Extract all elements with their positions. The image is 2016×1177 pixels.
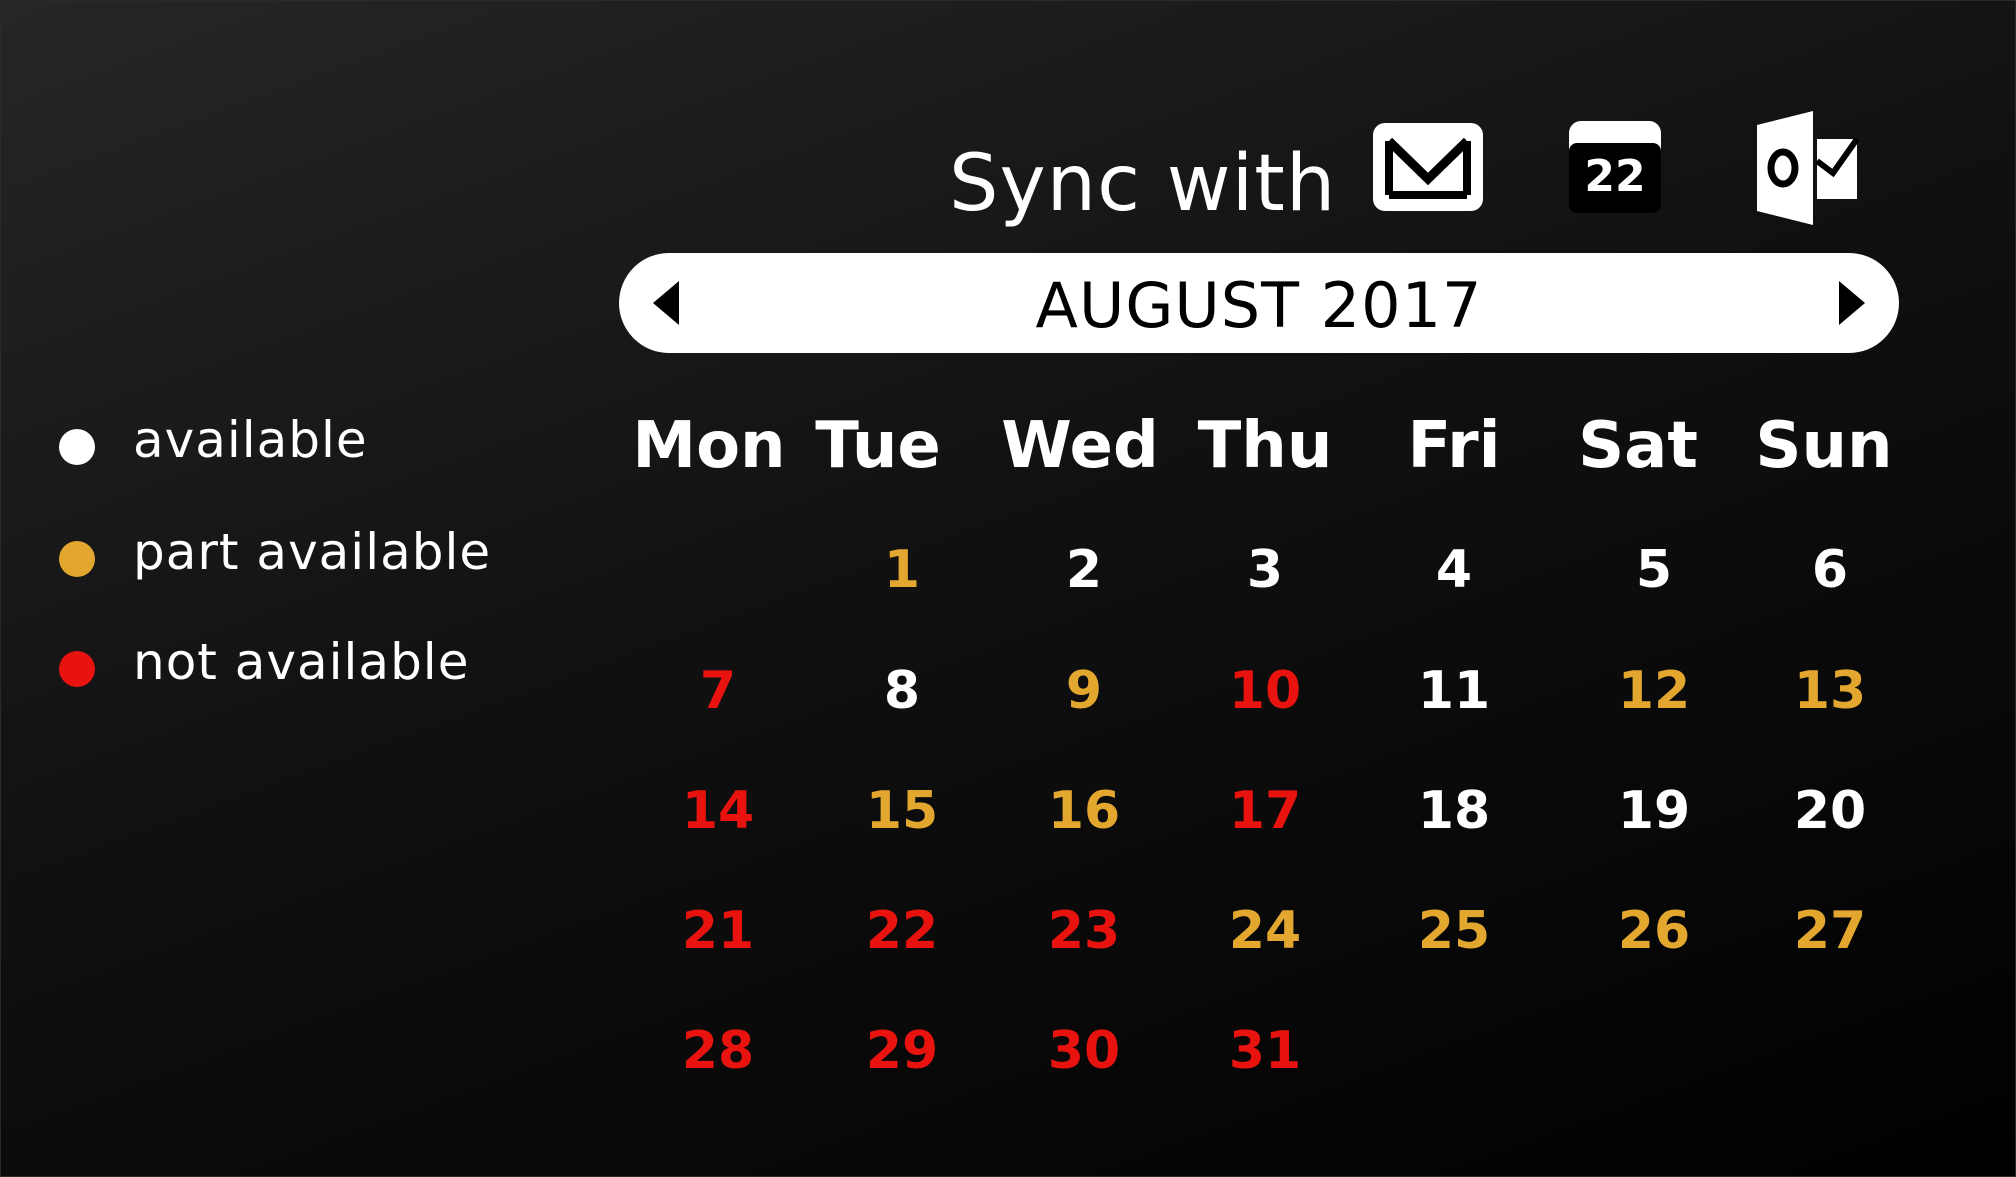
day-cell[interactable]: 31 [1205, 1019, 1325, 1083]
weekday-header: Sun [1755, 409, 1893, 483]
sync-label: Sync with [949, 139, 1337, 229]
day-cell[interactable]: 26 [1594, 899, 1714, 963]
day-cell[interactable]: 3 [1205, 538, 1325, 602]
weekday-header: Fri [1407, 409, 1501, 483]
day-cell[interactable]: 9 [1024, 659, 1144, 723]
day-cell[interactable]: 7 [658, 659, 778, 723]
day-cell[interactable]: 18 [1394, 779, 1514, 843]
day-cell[interactable]: 13 [1770, 659, 1890, 723]
month-title: AUGUST 2017 [1035, 269, 1483, 342]
day-cell[interactable]: 30 [1024, 1019, 1144, 1083]
day-cell[interactable]: 6 [1770, 538, 1890, 602]
weekday-header: Thu [1197, 409, 1333, 483]
day-cell[interactable]: 28 [658, 1019, 778, 1083]
day-cell[interactable]: 19 [1594, 779, 1714, 843]
legend-dot-icon [59, 541, 95, 577]
day-cell[interactable]: 21 [658, 899, 778, 963]
day-cell[interactable]: 24 [1205, 899, 1325, 963]
availability-calendar-panel: Sync with 22 AUGUST 2017 available part … [0, 0, 2016, 1177]
outlook-icon[interactable] [1753, 109, 1861, 227]
google-calendar-icon[interactable]: 22 [1567, 119, 1663, 215]
day-cell[interactable]: 29 [842, 1019, 962, 1083]
day-cell[interactable]: 25 [1394, 899, 1514, 963]
day-cell[interactable]: 5 [1594, 538, 1714, 602]
legend-dot-icon [59, 651, 95, 687]
day-cell[interactable]: 1 [842, 538, 962, 602]
mail-icon[interactable] [1369, 119, 1487, 215]
calendar-icon-date: 22 [1584, 151, 1646, 202]
weekday-header: Tue [815, 409, 941, 483]
month-navigator: AUGUST 2017 [619, 253, 1899, 353]
day-cell[interactable]: 23 [1024, 899, 1144, 963]
day-cell[interactable]: 15 [842, 779, 962, 843]
day-cell[interactable]: 8 [842, 659, 962, 723]
day-cell[interactable]: 14 [658, 779, 778, 843]
day-cell[interactable]: 27 [1770, 899, 1890, 963]
day-cell[interactable]: 17 [1205, 779, 1325, 843]
day-cell[interactable]: 16 [1024, 779, 1144, 843]
weekday-header: Mon [632, 409, 786, 483]
day-cell[interactable]: 4 [1394, 538, 1514, 602]
day-cell[interactable]: 20 [1770, 779, 1890, 843]
legend-label: available [133, 411, 368, 469]
next-month-button[interactable] [1833, 281, 1869, 325]
day-cell[interactable]: 22 [842, 899, 962, 963]
day-cell[interactable]: 10 [1205, 659, 1325, 723]
legend-label: part available [133, 523, 492, 581]
day-cell[interactable]: 12 [1594, 659, 1714, 723]
weekday-header: Wed [1001, 409, 1159, 483]
legend-dot-icon [59, 429, 95, 465]
day-cell[interactable]: 2 [1024, 538, 1144, 602]
weekday-header: Sat [1578, 409, 1698, 483]
day-cell[interactable]: 11 [1394, 659, 1514, 723]
legend-label: not available [133, 633, 470, 691]
